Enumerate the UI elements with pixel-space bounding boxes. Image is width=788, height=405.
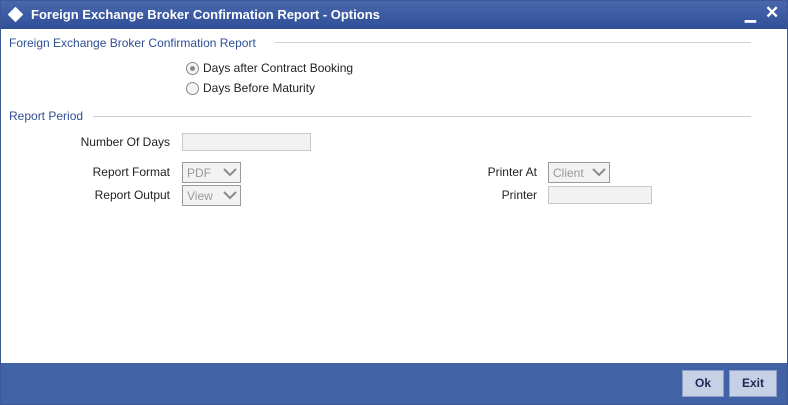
minimize-button[interactable]: ▁: [745, 6, 756, 23]
printer-at-value: Client: [553, 166, 584, 180]
report-period-divider: [93, 116, 751, 117]
radio-unselected-icon: [186, 81, 199, 95]
window-diamond-icon: [7, 6, 24, 23]
report-format-value: PDF: [187, 166, 211, 180]
window-title: Foreign Exchange Broker Confirmation Rep…: [31, 7, 380, 22]
printer-input[interactable]: [548, 186, 652, 204]
number-of-days-input[interactable]: [182, 133, 311, 151]
report-output-select[interactable]: View: [182, 185, 241, 206]
report-format-label: Report Format: [92, 165, 170, 179]
radio-label: Days after Contract Booking: [203, 61, 354, 75]
report-period-title: Report Period: [9, 109, 84, 123]
report-output-value: View: [187, 189, 213, 203]
chevron-down-icon: [592, 168, 606, 177]
title-bar: Foreign Exchange Broker Confirmation Rep…: [1, 1, 787, 29]
ok-button[interactable]: Ok: [682, 370, 724, 397]
radio-days-after-contract-booking[interactable]: Days after Contract Booking: [186, 61, 353, 75]
options-window: Foreign Exchange Broker Confirmation Rep…: [0, 0, 788, 405]
number-of-days-label: Number Of Days: [80, 135, 170, 149]
report-output-label: Report Output: [94, 188, 170, 202]
footer-bar: [1, 363, 787, 404]
printer-at-select[interactable]: Client: [548, 162, 610, 183]
printer-at-label: Printer At: [487, 165, 537, 179]
report-section-title: Foreign Exchange Broker Confirmation Rep…: [9, 36, 256, 50]
chevron-down-icon: [223, 191, 237, 200]
report-section-divider: [275, 42, 751, 43]
close-button[interactable]: ✕: [765, 4, 779, 21]
report-format-select[interactable]: PDF: [182, 162, 241, 183]
printer-label: Printer: [501, 188, 537, 202]
radio-label: Days Before Maturity: [203, 81, 316, 95]
radio-days-before-maturity[interactable]: Days Before Maturity: [186, 81, 315, 95]
chevron-down-icon: [223, 168, 237, 177]
radio-selected-icon: [186, 61, 199, 75]
exit-button[interactable]: Exit: [729, 370, 777, 397]
